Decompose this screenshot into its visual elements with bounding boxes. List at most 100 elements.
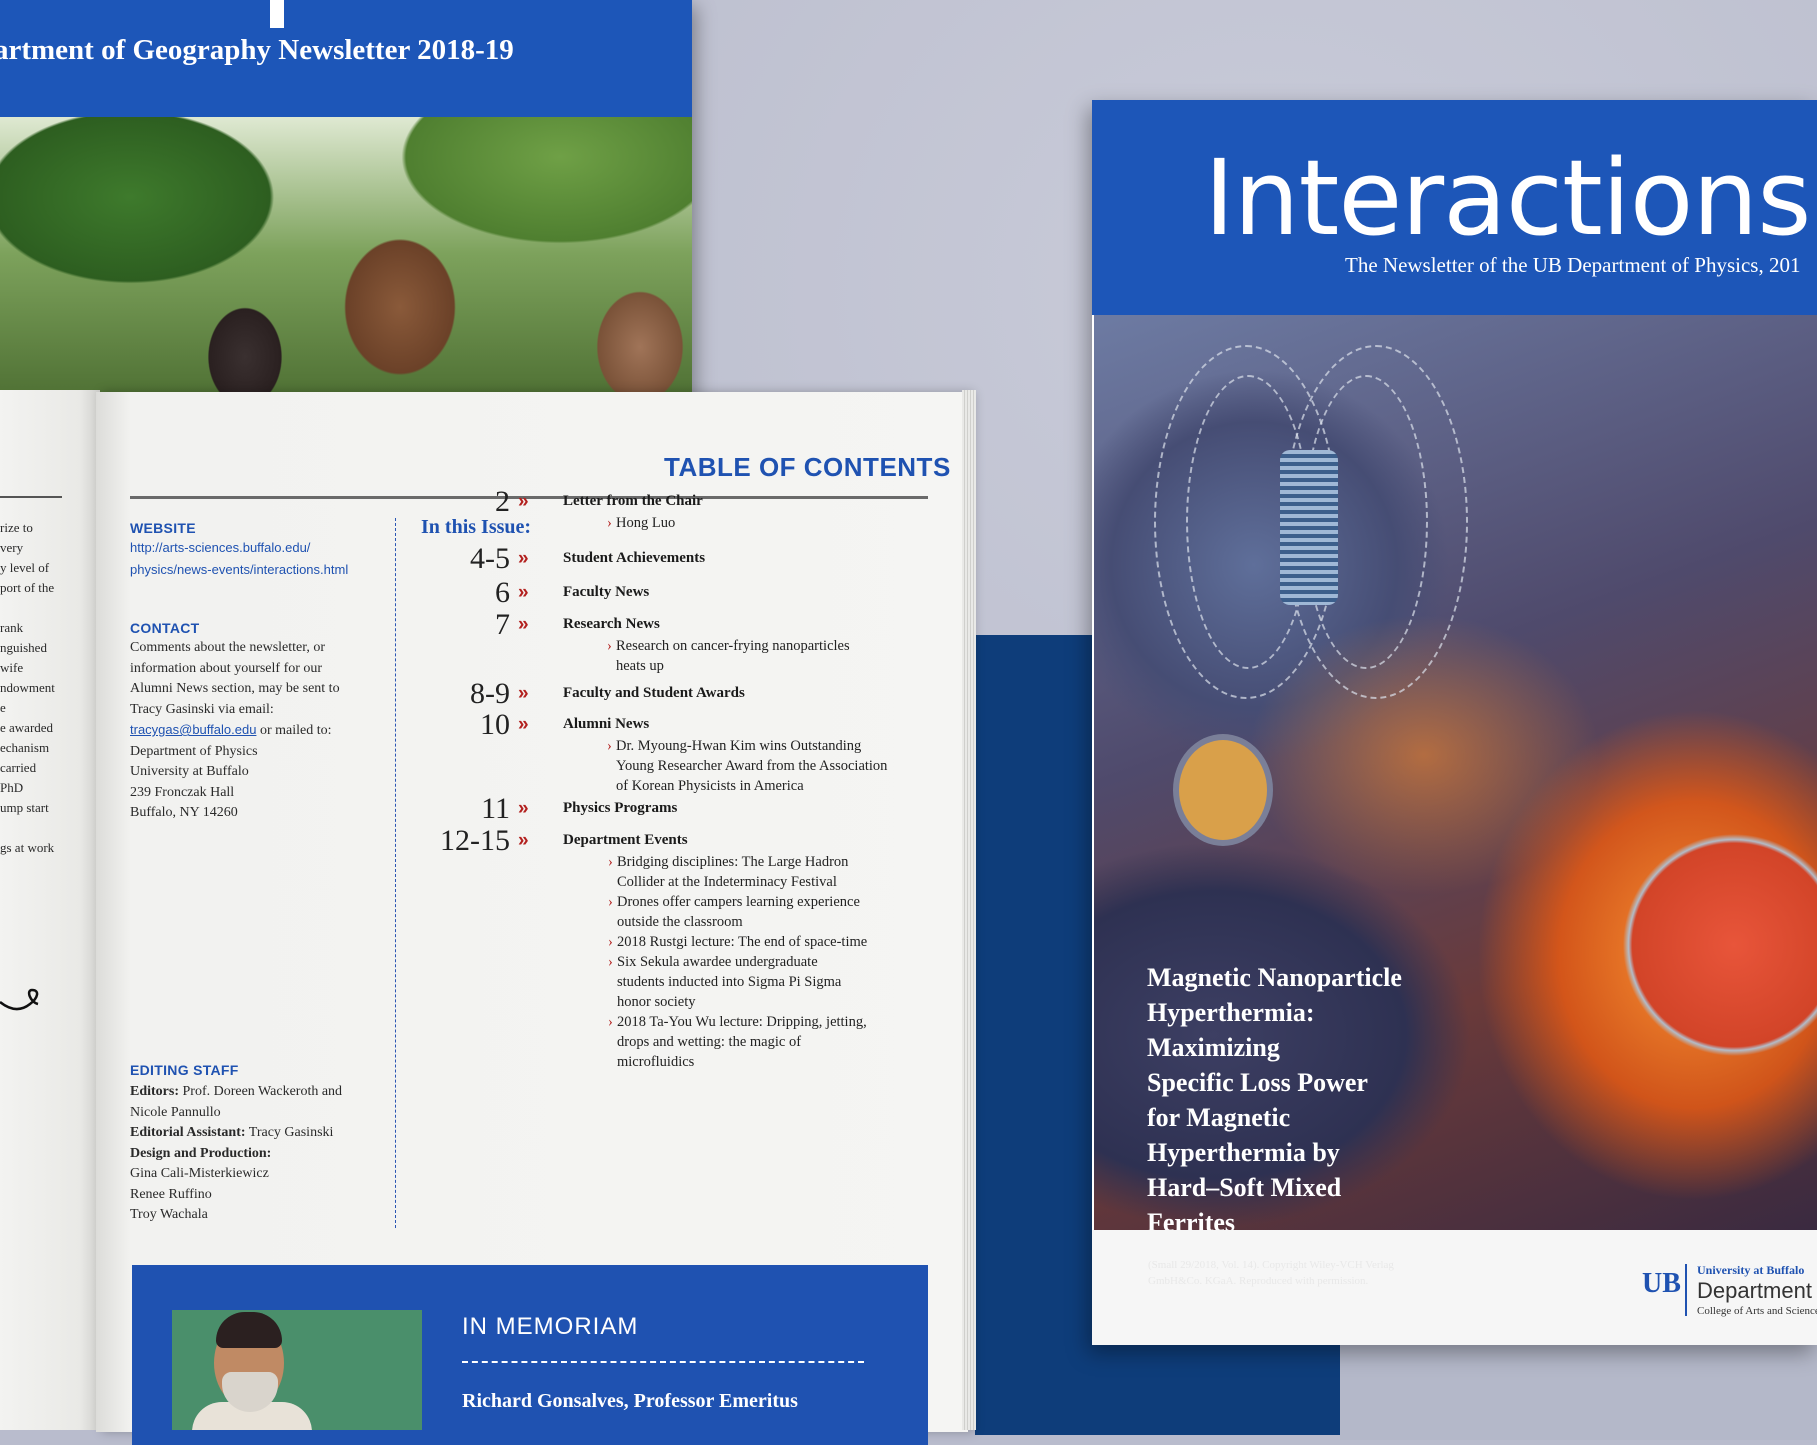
contact-email-suffix: or mailed to: bbox=[256, 723, 332, 738]
toc-page-number: 11 bbox=[481, 792, 510, 825]
toc-page-number: 8-9 bbox=[470, 677, 510, 710]
contact-email-link[interactable]: tracygas@buffalo.edu bbox=[130, 722, 256, 737]
left-page-line: wife bbox=[0, 660, 24, 675]
left-page-line: port of the bbox=[0, 580, 55, 595]
design-name: Renee Ruffino bbox=[130, 1186, 212, 1202]
page-edge bbox=[962, 390, 976, 1430]
toc-sub-text: Collider at the Indeterminacy Festival bbox=[617, 874, 837, 890]
double-chevron-icon: » bbox=[518, 491, 529, 512]
cover-headline-line: Magnetic Nanoparticle bbox=[1147, 963, 1402, 992]
contact-line: Alumni News section, may be sent to bbox=[130, 681, 340, 696]
toc-sub-text: Research on cancer-frying nanoparticles bbox=[616, 638, 850, 654]
interactions-cover: Interactions The Newsletter of the UB De… bbox=[1092, 100, 1817, 1345]
toc-entry-label: Faculty and Student Awards bbox=[563, 685, 745, 701]
website-url[interactable]: http://arts-sciences.buffalo.edu/ physic… bbox=[130, 538, 348, 581]
left-page: rize to very y level of port of the rank ngui… bbox=[0, 390, 100, 1430]
in-this-issue-heading: In this Issue: bbox=[421, 516, 532, 538]
credit-line: (Small 29/2018, Vol. 14). Copyright Wile… bbox=[1148, 1259, 1394, 1271]
chevron-right-icon: › bbox=[608, 934, 613, 950]
memoriam-rule bbox=[462, 1361, 864, 1363]
cover-headline-line: Hard–Soft Mixed bbox=[1147, 1173, 1342, 1202]
toc-entry-label: Physics Programs bbox=[563, 800, 678, 816]
editing-staff-label: EDITING STAFF bbox=[130, 1062, 239, 1078]
website-label: WEBSITE bbox=[130, 520, 196, 536]
toc-sub-item: microfluidics bbox=[617, 1052, 694, 1072]
editors-names-cont: Nicole Pannullo bbox=[130, 1104, 221, 1120]
toc-sub-text: drops and wetting: the magic of bbox=[617, 1034, 802, 1050]
small-nanoparticle bbox=[1179, 740, 1267, 840]
address-line: 239 Fronczak Hall bbox=[130, 784, 235, 800]
cover-headline-line: Maximizing bbox=[1147, 1033, 1280, 1062]
left-page-text: rize to very y level of port of the rank ngui… bbox=[0, 518, 55, 858]
cover-headline-line: Specific Loss Power bbox=[1147, 1068, 1368, 1097]
website-url-line-1[interactable]: http://arts-sciences.buffalo.edu/ bbox=[130, 540, 310, 555]
toc-sub-text: Bridging disciplines: The Large Hadron bbox=[617, 854, 849, 870]
editing-staff-text: Editors: Prof. Doreen Wackeroth and Nico… bbox=[130, 1082, 342, 1226]
design-label: Design and Production: bbox=[130, 1145, 272, 1161]
left-page-line: e bbox=[0, 700, 6, 715]
toc-heading: TABLE OF CONTENTS bbox=[664, 452, 951, 482]
credit-line: GmbH&Co. KGaA. Reproduced with permissio… bbox=[1148, 1275, 1369, 1287]
cover-headline-line: for Magnetic bbox=[1147, 1103, 1291, 1132]
assistant-label: Editorial Assistant: bbox=[130, 1125, 246, 1140]
toc-sub-text: microfluidics bbox=[617, 1054, 695, 1070]
double-chevron-icon: » bbox=[518, 714, 529, 735]
website-url-line-2[interactable]: physics/news-events/interactions.html bbox=[130, 562, 348, 577]
left-page-rule bbox=[0, 496, 62, 498]
toc-sub-text: heats up bbox=[616, 658, 664, 674]
address-line: Department of Physics bbox=[130, 743, 258, 759]
left-page-line: PhD bbox=[0, 780, 24, 795]
address-line: University at Buffalo bbox=[130, 764, 249, 779]
toc-entry-label: Letter from the Chair bbox=[563, 493, 703, 509]
ub-logo: UB bbox=[1642, 1268, 1681, 1299]
column-divider bbox=[395, 518, 396, 1228]
design-name: Gina Cali-Misterkiewicz bbox=[130, 1166, 269, 1181]
toc-sub-item: Young Researcher Award from the Associat… bbox=[616, 756, 887, 776]
contact-line: Comments about the newsletter, or bbox=[130, 640, 326, 655]
magnetic-coil bbox=[1280, 450, 1338, 605]
toc-sub-text: 2018 Ta-You Wu lecture: Dripping, jettin… bbox=[617, 1014, 867, 1030]
left-page-line: rank bbox=[0, 620, 24, 635]
toc-sub-text: of Korean Physicists in America bbox=[616, 778, 804, 794]
contact-label: CONTACT bbox=[130, 620, 200, 636]
left-page-line: carried bbox=[0, 760, 37, 775]
toc-sub-item: Collider at the Indeterminacy Festival bbox=[617, 872, 837, 892]
toc-sub-text: Drones offer campers learning experience bbox=[617, 894, 860, 910]
memoriam-photo-hair bbox=[216, 1312, 282, 1348]
toc-page-number: 10 bbox=[480, 708, 510, 741]
editors-names: Prof. Doreen Wackeroth and bbox=[179, 1084, 343, 1099]
cover-headline-line: Hyperthermia by bbox=[1147, 1138, 1340, 1167]
left-page-line: ndowment bbox=[0, 680, 55, 695]
left-page-line: echanism bbox=[0, 740, 50, 755]
toc-rule bbox=[130, 496, 928, 499]
toc-page-number: 12-15 bbox=[440, 824, 510, 857]
toc-entry-label: Alumni News bbox=[563, 716, 650, 732]
geography-title: artment of Geography Newsletter 2018-19 bbox=[0, 34, 514, 66]
cover-headline: Magnetic Nanoparticle Hyperthermia: Maximi… bbox=[1147, 960, 1402, 1240]
ub-college: College of Arts and Science bbox=[1697, 1305, 1817, 1317]
left-page-line: y level of bbox=[0, 560, 50, 575]
left-page-line: very bbox=[0, 540, 24, 555]
toc-sub-text: Dr. Myoung-Hwan Kim wins Outstanding bbox=[616, 738, 862, 754]
memoriam-title: IN MEMORIAM bbox=[462, 1313, 639, 1340]
toc-sub-text: honor society bbox=[617, 994, 696, 1010]
chevron-right-icon: › bbox=[608, 894, 613, 910]
left-page-line: ump start bbox=[0, 800, 49, 815]
double-chevron-icon: » bbox=[518, 582, 529, 603]
open-booklet: rize to very y level of port of the rank ngui… bbox=[0, 390, 985, 1445]
toc-sub-text: Hong Luo bbox=[616, 515, 676, 531]
assistant-name: Tracy Gasinski bbox=[245, 1125, 334, 1140]
address-line: Buffalo, NY 14260 bbox=[130, 805, 238, 820]
toc-sub-item: heats up bbox=[616, 656, 664, 676]
toc-entry-label: Faculty News bbox=[563, 584, 650, 600]
toc-sub-item: › 2018 Rustgi lecture: The end of space-t… bbox=[608, 932, 867, 952]
toc-page-number: 6 bbox=[495, 576, 510, 609]
double-chevron-icon: » bbox=[518, 614, 529, 635]
ub-university: University at Buffalo bbox=[1697, 1263, 1805, 1277]
geography-newsletter: artment of Geography Newsletter 2018-19 bbox=[0, 0, 692, 420]
chevron-right-icon: › bbox=[608, 1014, 613, 1030]
toc-sub-text: students inducted into Sigma Pi Sigma bbox=[617, 974, 842, 990]
toc-sub-text: outside the classroom bbox=[617, 914, 743, 930]
toc-entry-label: Research News bbox=[563, 616, 660, 632]
toc-sub-item: students inducted into Sigma Pi Sigma bbox=[617, 972, 841, 992]
